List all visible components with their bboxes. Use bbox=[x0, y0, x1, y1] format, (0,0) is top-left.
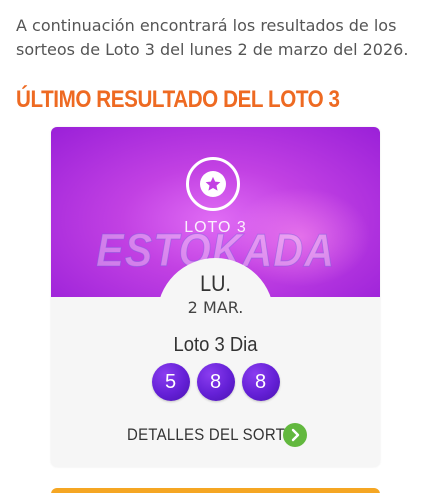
draw-details-label[interactable]: DETALLES DEL SORTEO bbox=[127, 425, 307, 445]
game-logo-badge bbox=[186, 157, 240, 211]
section-title: ÚLTIMO RESULTADO DEL LOTO 3 bbox=[16, 86, 340, 113]
draw-weekday: LU. bbox=[200, 271, 231, 296]
result-card[interactable]: LOTO 3 ESTOKADA LU. 2 MAR. Loto 3 Dia 5 … bbox=[51, 127, 380, 467]
next-result-card bbox=[51, 488, 380, 493]
star-icon bbox=[200, 171, 226, 197]
number-ball: 8 bbox=[241, 363, 280, 401]
chevron-right-icon[interactable] bbox=[283, 423, 307, 447]
draw-date: 2 MAR. bbox=[187, 298, 244, 317]
number-ball: 5 bbox=[151, 363, 190, 401]
number-ball: 8 bbox=[196, 363, 235, 401]
winning-numbers: 5 8 8 bbox=[51, 363, 380, 401]
draw-name: Loto 3 Dia bbox=[173, 334, 258, 356]
intro-text: A continuación encontrará los resultados… bbox=[16, 16, 409, 59]
draw-details-link[interactable]: DETALLES DEL SORTEO bbox=[127, 423, 307, 447]
page: A continuación encontrará los resultados… bbox=[0, 0, 433, 493]
